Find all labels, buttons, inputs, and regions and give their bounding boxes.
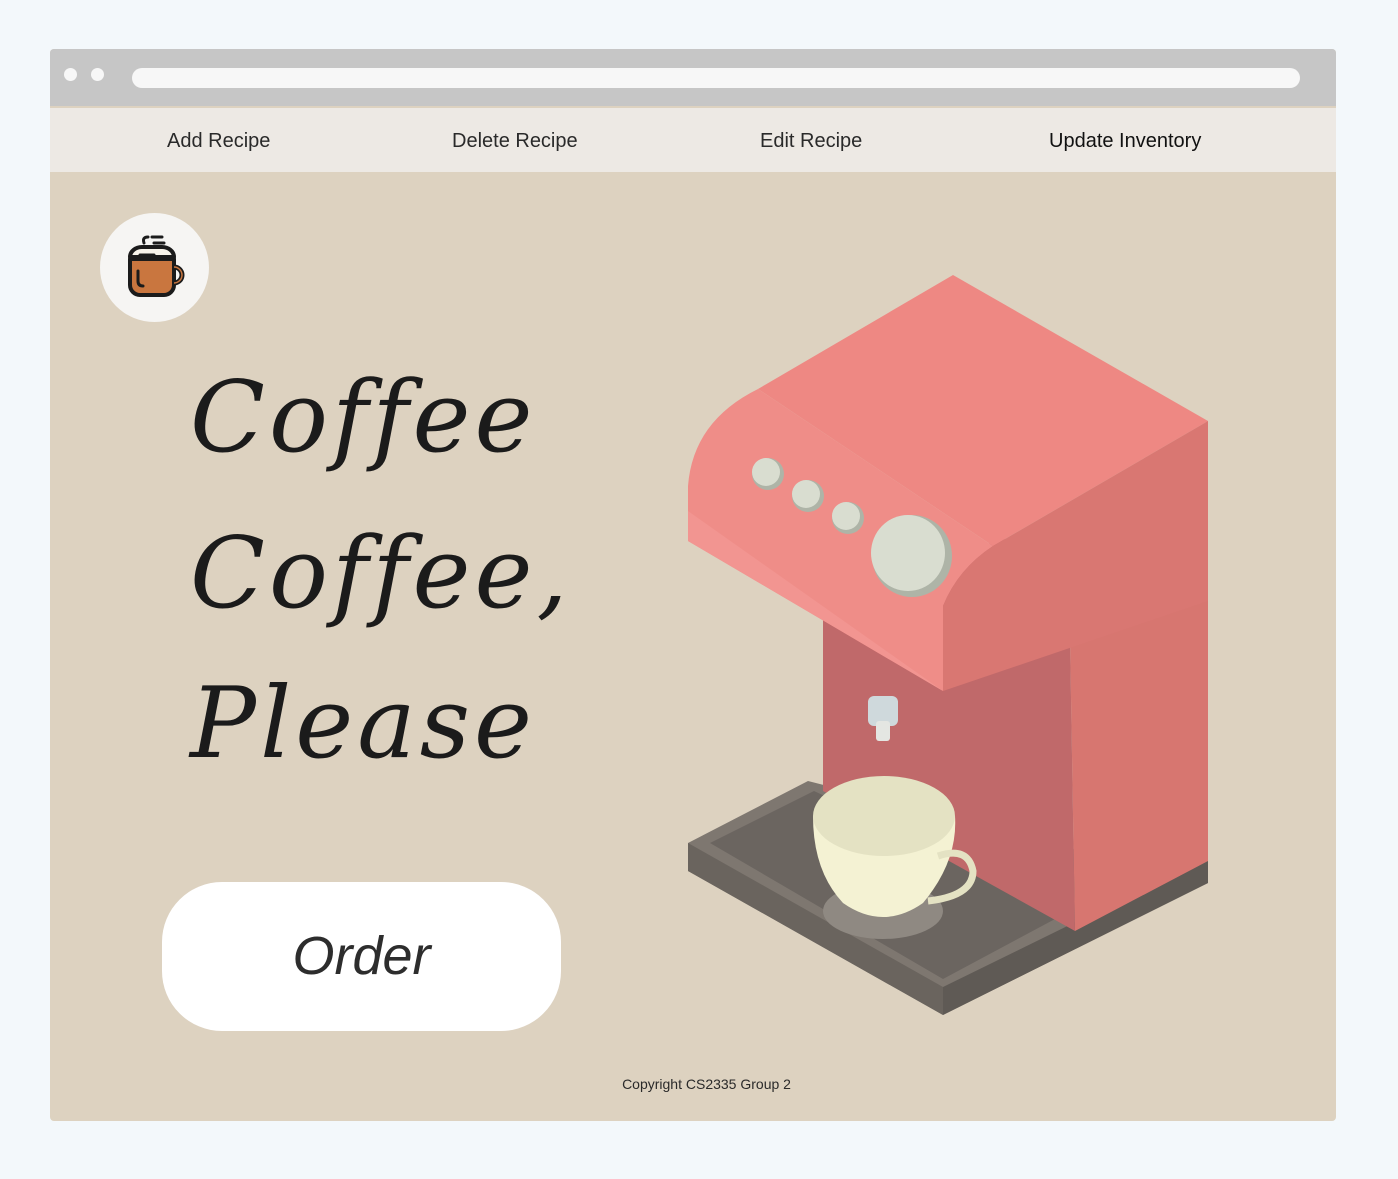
address-bar[interactable] [132,68,1300,88]
hero-headline: Coffee Coffee, Please [190,349,610,829]
nav-delete-recipe[interactable]: Delete Recipe [452,108,578,172]
logo[interactable] [100,213,209,322]
copyright-text: Copyright CS2335 Group 2 [622,1076,791,1092]
coffee-machine-illustration [688,275,1208,1015]
hero-line-3: Please [190,667,536,781]
nav-edit-recipe[interactable]: Edit Recipe [760,108,862,172]
window-dot[interactable] [64,68,77,81]
order-button[interactable]: Order [162,882,561,1031]
hero-line-1: Coffee [190,361,537,475]
nav-add-recipe[interactable]: Add Recipe [167,108,270,172]
hero-line-2: Coffee, [190,517,572,631]
coffee-mug-icon [128,235,185,297]
browser-chrome [50,49,1336,106]
window-dot[interactable] [91,68,104,81]
navbar: Add Recipe Delete Recipe Edit Recipe Upd… [50,108,1336,172]
browser-window: Add Recipe Delete Recipe Edit Recipe Upd… [50,49,1336,1121]
nav-update-inventory[interactable]: Update Inventory [1049,108,1201,172]
